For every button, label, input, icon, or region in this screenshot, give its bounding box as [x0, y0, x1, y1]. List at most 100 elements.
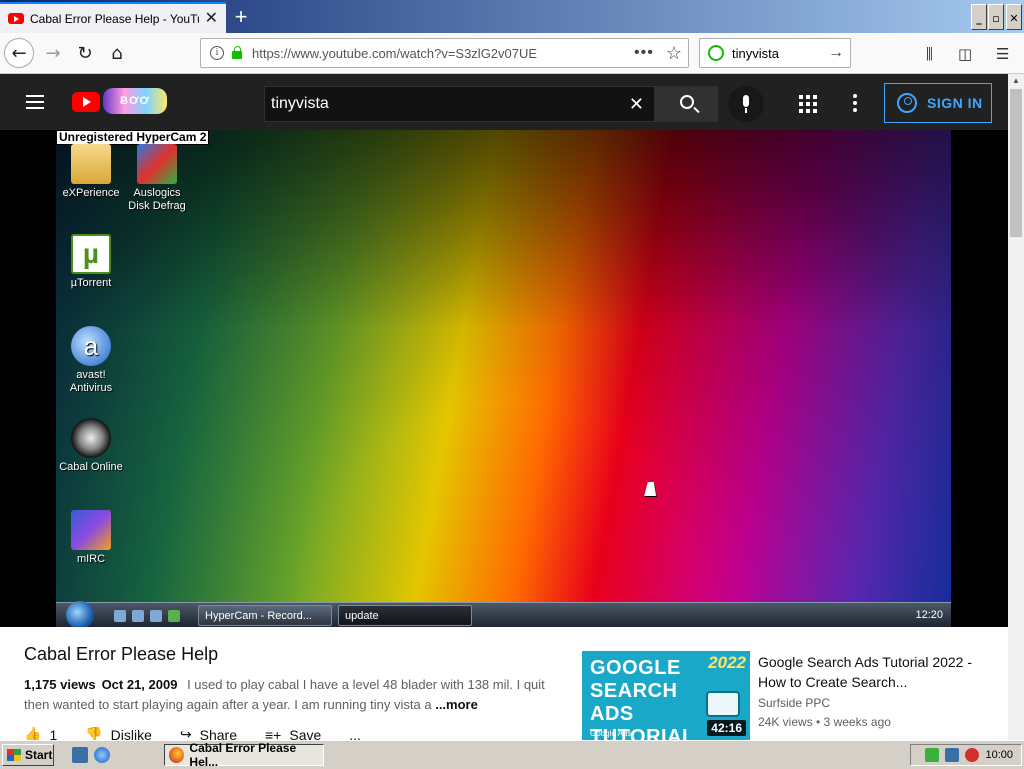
video-description[interactable]: 1,175 views Oct 21, 2009 I used to play c…	[24, 675, 554, 715]
show-desktop-icon[interactable]	[72, 747, 88, 763]
youtube-header: ɃƠƠ tinyvista ✕ SIGN IN	[0, 74, 1008, 130]
bookmark-star-icon[interactable]: ☆	[666, 43, 682, 64]
like-button[interactable]: 👍 1	[24, 726, 57, 740]
url-text[interactable]: https://www.youtube.com/watch?v=S3zlG2v0…	[252, 46, 634, 61]
more-button[interactable]: ...more	[435, 697, 478, 712]
sign-in-label: SIGN IN	[927, 95, 983, 111]
taskbar-firefox-button[interactable]: Cabal Error Please Hel...	[164, 741, 324, 769]
settings-kebab-icon[interactable]	[853, 94, 857, 115]
google-ads-icon	[706, 691, 740, 717]
site-info-icon[interactable]: i	[210, 46, 224, 60]
video-title: Cabal Error Please Help	[24, 644, 219, 664]
arrow-left-icon: ←	[11, 42, 27, 64]
clear-search-icon[interactable]: ✕	[629, 94, 644, 115]
search-go-icon[interactable]: →	[828, 44, 844, 62]
scroll-up-icon[interactable]: ▲	[1008, 74, 1024, 88]
thumbnail-text: GOOGLE SEARCH ADS TUTORIAL	[590, 657, 695, 740]
tab-title: Cabal Error Please Help - YouTube	[30, 11, 199, 26]
desktop-icon: a avast! Antivirus	[56, 326, 126, 395]
tab-bar: Cabal Error Please Help - YouTube ✕ + _ …	[0, 0, 1024, 33]
recommended-channel[interactable]: Surfside PPC	[758, 696, 830, 710]
video-clock: 12:20	[915, 609, 943, 621]
youtube-search-button[interactable]	[655, 86, 718, 122]
tray-network-icon[interactable]	[945, 748, 960, 762]
youtube-search-text[interactable]: tinyvista	[271, 95, 329, 113]
search-bar[interactable]: tinyvista →	[699, 38, 851, 68]
upload-date: Oct 21, 2009	[101, 677, 178, 692]
page-content: ɃƠƠ tinyvista ✕ SIGN IN Unregistered Hyp…	[0, 74, 1008, 740]
clock: 10:00	[985, 749, 1013, 761]
sidebar-icon[interactable]: ◫	[958, 45, 972, 63]
start-button[interactable]: Start	[2, 744, 54, 766]
minimize-button[interactable]: _	[971, 4, 987, 30]
library-icon[interactable]: ⫼	[926, 45, 933, 63]
vista-start-orb-icon	[66, 601, 94, 627]
thumbs-down-icon: 👎	[85, 726, 103, 740]
dislike-button[interactable]: 👎 Dislike	[85, 726, 152, 740]
quicklaunch-icon	[114, 610, 126, 622]
page-actions-icon[interactable]: •••	[634, 44, 654, 62]
video-frame[interactable]: Unregistered HyperCam 2 eXPerience Auslo…	[56, 130, 951, 627]
share-button[interactable]: ↪ Share	[180, 726, 237, 740]
close-window-button[interactable]: ✕	[1006, 4, 1022, 30]
view-count: 1,175 views	[24, 677, 96, 692]
video-actions: 👍 1 👎 Dislike ↪ Share ≡+ Save ...	[24, 726, 361, 740]
internet-explorer-icon[interactable]	[94, 747, 110, 763]
home-button[interactable]: ⌂	[102, 38, 132, 68]
thumbs-up-icon: 👍	[24, 726, 42, 740]
recommended-meta: 24K views • 3 weeks ago	[758, 715, 891, 729]
video-taskbar-button: HyperCam - Record...	[198, 605, 332, 626]
sign-in-button[interactable]: SIGN IN	[884, 83, 992, 123]
cabal-icon	[71, 418, 111, 458]
navigation-bar: ← → ↻ ⌂ i https://www.youtube.com/watch?…	[0, 33, 1024, 74]
home-icon: ⌂	[111, 42, 123, 64]
more-actions-button[interactable]: ...	[349, 726, 361, 741]
system-tray: 10:00	[910, 744, 1022, 766]
lock-icon	[232, 46, 242, 59]
folder-icon	[71, 144, 111, 184]
firefox-icon	[169, 747, 185, 763]
restore-button[interactable]: ▫	[988, 4, 1004, 30]
tray-volume-icon[interactable]	[965, 748, 980, 762]
utorrent-icon: µ	[71, 234, 111, 274]
desktop-icon: Auslogics Disk Defrag	[122, 144, 192, 213]
account-icon	[897, 93, 917, 113]
defrag-icon	[137, 144, 177, 184]
os-taskbar: Start Cabal Error Please Hel... 10:00	[0, 740, 1024, 769]
tab-active[interactable]: Cabal Error Please Help - YouTube ✕	[0, 2, 226, 33]
video-player[interactable]: Unregistered HyperCam 2 eXPerience Auslo…	[0, 130, 1008, 627]
recommended-title[interactable]: Google Search Ads Tutorial 2022 - How to…	[758, 652, 978, 692]
new-tab-button[interactable]: +	[228, 2, 254, 31]
thumbnail-badge: Google Ads	[590, 729, 632, 738]
desktop-icon: µ µTorrent	[56, 234, 126, 290]
mirc-icon	[71, 510, 111, 550]
hamburger-menu-icon[interactable]	[26, 95, 44, 109]
menu-icon[interactable]: ☰	[996, 45, 1009, 63]
back-button[interactable]: ←	[4, 38, 34, 68]
recommended-thumbnail[interactable]: GOOGLE SEARCH ADS TUTORIAL 2022 Google A…	[582, 651, 750, 740]
reload-button[interactable]: ↻	[70, 38, 100, 68]
tray-shield-icon[interactable]	[925, 748, 940, 762]
search-icon	[680, 95, 694, 109]
youtube-favicon-icon	[8, 13, 24, 24]
share-icon: ↪	[179, 726, 192, 740]
apps-grid-icon[interactable]	[799, 95, 817, 113]
quicklaunch-icon	[168, 610, 180, 622]
page-scrollbar[interactable]: ▲	[1008, 74, 1024, 740]
desktop-icon: Cabal Online	[56, 418, 126, 474]
playlist-add-icon: ≡+	[265, 726, 282, 741]
search-bar-text[interactable]: tinyvista	[732, 46, 828, 61]
browser-window: Cabal Error Please Help - YouTube ✕ + _ …	[0, 0, 1024, 740]
address-bar[interactable]: i https://www.youtube.com/watch?v=S3zlG2…	[200, 38, 689, 68]
desktop-icon: mIRC	[56, 510, 126, 566]
youtube-doodle-logo[interactable]: ɃƠƠ	[103, 88, 167, 114]
video-duration: 42:16	[707, 720, 746, 736]
avast-icon: a	[71, 326, 111, 366]
youtube-search-input[interactable]: tinyvista ✕	[264, 86, 655, 122]
scrollbar-thumb[interactable]	[1010, 89, 1022, 237]
save-button[interactable]: ≡+ Save	[265, 726, 321, 741]
youtube-logo[interactable]	[72, 92, 100, 112]
tab-close-icon[interactable]: ✕	[205, 10, 218, 27]
voice-search-button[interactable]	[728, 86, 764, 122]
forward-button[interactable]: →	[38, 38, 68, 68]
